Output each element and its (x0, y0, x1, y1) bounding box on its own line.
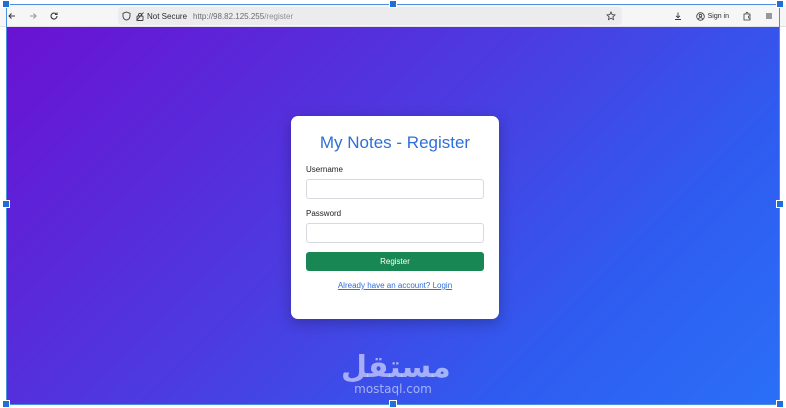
resize-handle-bottom-right[interactable] (776, 400, 784, 408)
password-input[interactable] (306, 223, 484, 243)
resize-handle-bottom-left[interactable] (2, 400, 10, 408)
extensions-icon[interactable] (738, 7, 756, 25)
watermark-latin: mostaql.com (354, 382, 432, 396)
toolbar-right: Sign in (669, 7, 778, 25)
resize-handle-middle-left[interactable] (2, 200, 10, 208)
login-link[interactable]: Already have an account? Login (306, 281, 484, 290)
resize-handle-middle-right[interactable] (776, 200, 784, 208)
resize-handle-top-left[interactable] (2, 0, 10, 8)
register-card: My Notes - Register Username Password Re… (291, 116, 499, 319)
password-label: Password (306, 209, 342, 218)
browser-toolbar: Not Secure http://98.82.125.255 /registe… (0, 5, 786, 27)
watermark-arabic: مستقل (341, 350, 451, 385)
register-button[interactable]: Register (306, 252, 484, 271)
page-viewport: My Notes - Register Username Password Re… (7, 27, 779, 405)
download-icon[interactable] (669, 7, 687, 25)
username-input[interactable] (306, 179, 484, 199)
url-host: http://98.82.125.255 (193, 11, 265, 21)
url-path: /register (264, 11, 294, 21)
resize-handle-top-right[interactable] (776, 0, 784, 8)
menu-icon[interactable] (760, 7, 778, 25)
username-label: Username (306, 165, 343, 174)
watermark: مستقل mostaql.com (341, 350, 451, 396)
not-secure-label[interactable]: Not Secure (147, 12, 187, 21)
page-title: My Notes - Register (319, 133, 471, 152)
account-icon (695, 11, 705, 21)
sign-in-label: Sign in (707, 12, 729, 20)
address-bar[interactable]: Not Secure http://98.82.125.255 /registe… (118, 7, 622, 25)
reload-icon[interactable] (45, 7, 63, 25)
shield-icon[interactable] (122, 11, 131, 21)
bookmark-star-icon[interactable] (606, 11, 616, 21)
resize-handle-bottom-center[interactable] (389, 400, 397, 408)
back-arrow-icon[interactable] (3, 7, 21, 25)
resize-handle-top-center[interactable] (389, 0, 397, 8)
not-secure-icon[interactable] (136, 11, 144, 21)
sign-in-button[interactable]: Sign in (691, 8, 734, 24)
forward-arrow-icon[interactable] (24, 7, 42, 25)
